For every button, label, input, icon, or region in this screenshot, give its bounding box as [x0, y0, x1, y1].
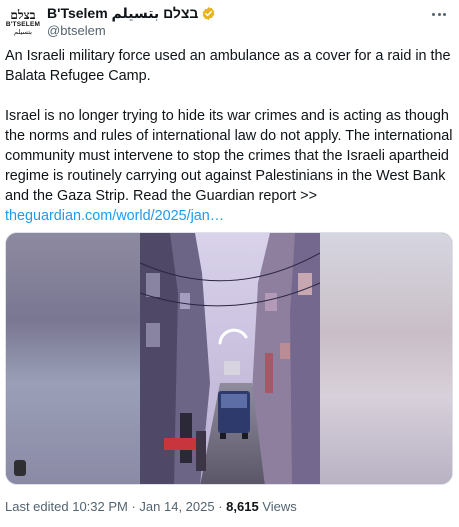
tweet-header: בצלם B'TSELEM بتسيلم B'Tselem בצלם بتسيل…	[5, 4, 455, 40]
gif-indicator-icon	[14, 460, 26, 476]
author-names: B'Tselem בצלם بتسيلم @btselem	[47, 5, 216, 39]
video-blur-left	[6, 233, 140, 484]
edited-timestamp[interactable]: Last edited 10:32 PM · Jan 14, 2025 ·	[5, 499, 223, 514]
avatar-arabic-text: بتسيلم	[13, 28, 32, 36]
street-scene	[140, 233, 320, 484]
guardian-link[interactable]: theguardian.com/world/2025/jan…	[5, 208, 224, 224]
tweet-video[interactable]	[5, 232, 453, 485]
avatar-hebrew-text: בצלם	[10, 7, 36, 22]
avatar-latin-text: B'TSELEM	[5, 20, 41, 28]
tweet-meta: Last edited 10:32 PM · Jan 14, 2025 · 8,…	[5, 499, 297, 515]
video-frame[interactable]	[140, 233, 320, 484]
display-name-row[interactable]: B'Tselem בצלם بتسيلم	[47, 5, 216, 21]
author-handle[interactable]: @btselem	[47, 23, 216, 39]
video-blur-right	[318, 233, 452, 484]
tweet-paragraph-2: Israel is no longer trying to hide its w…	[5, 108, 453, 204]
tweet-card: בצלם B'TSELEM بتسيلم B'Tselem בצלם بتسيل…	[0, 0, 459, 527]
tweet-paragraph-1: An Israeli military force used an ambula…	[5, 48, 451, 84]
tweet-text: An Israeli military force used an ambula…	[5, 46, 453, 226]
avatar[interactable]: בצלם B'TSELEM بتسيلم	[5, 4, 41, 40]
display-name[interactable]: B'Tselem בצלם بتسيلم	[47, 5, 198, 21]
more-options-icon[interactable]	[429, 6, 449, 22]
views-count: 8,615	[226, 499, 259, 514]
views-label: Views	[262, 499, 297, 514]
verified-badge-icon[interactable]	[201, 6, 216, 21]
